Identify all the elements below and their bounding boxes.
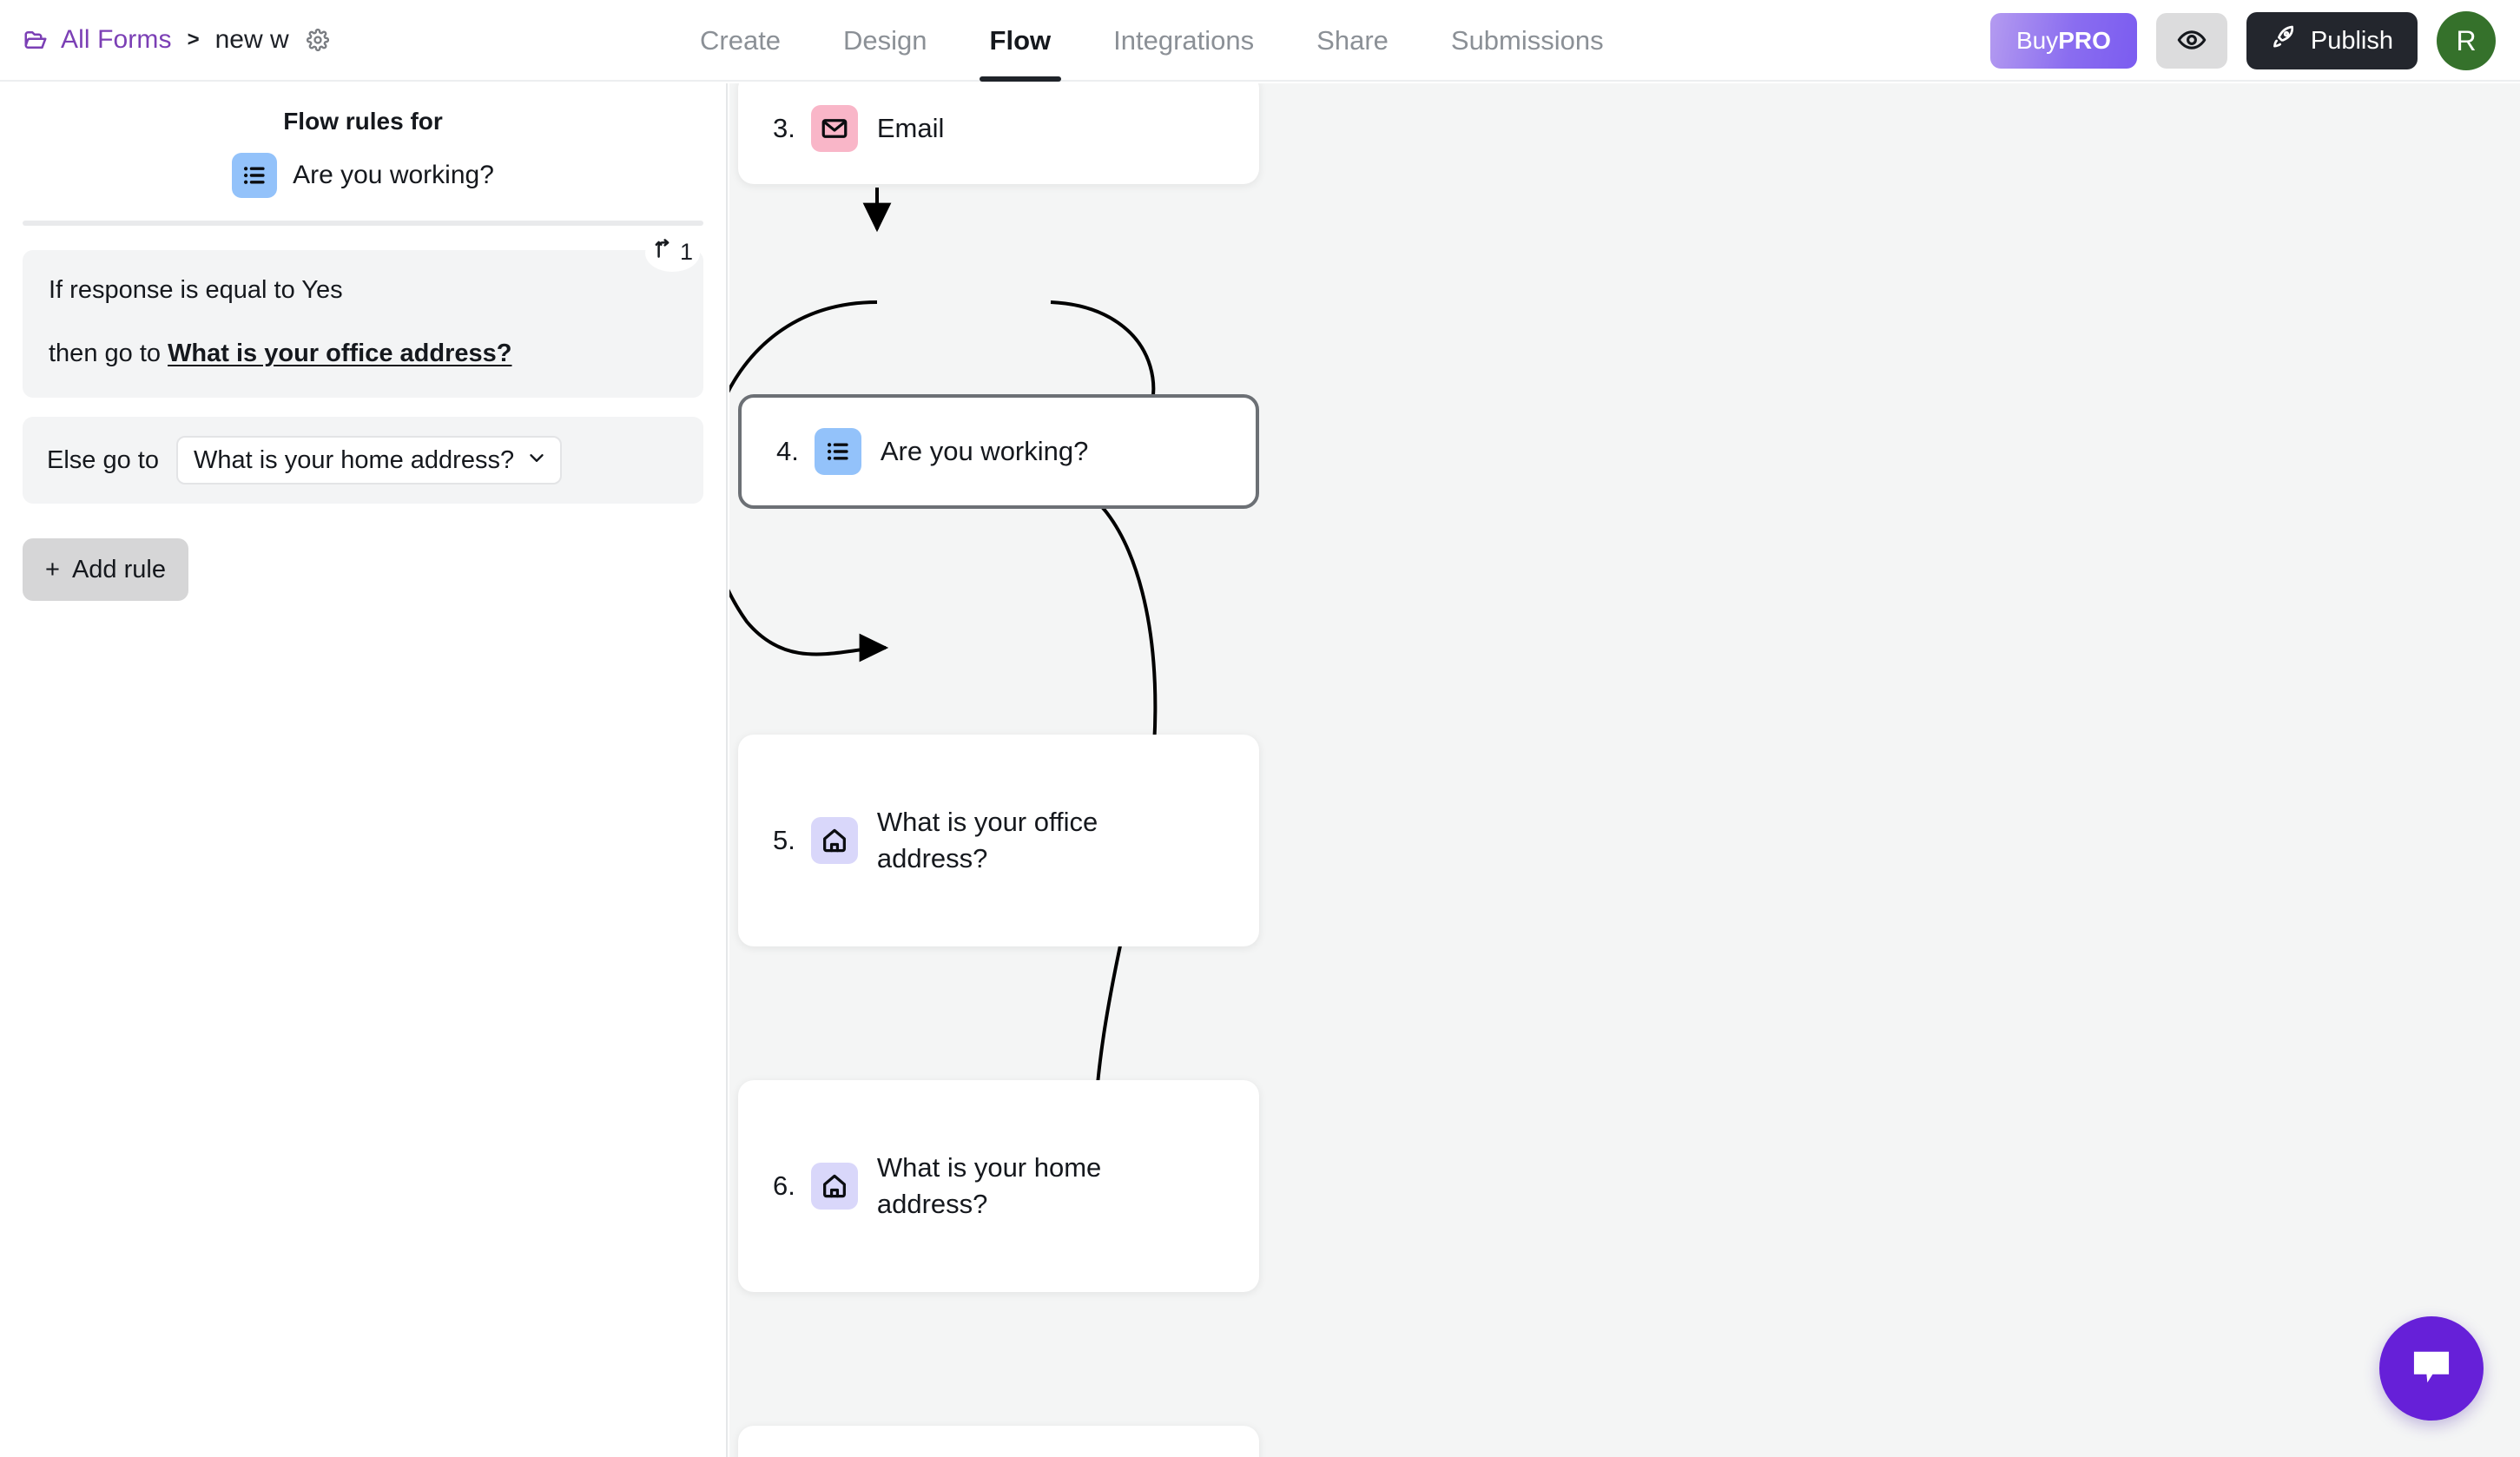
home-icon xyxy=(810,1163,858,1210)
rule-then-row: then go to What is your office address? xyxy=(49,340,677,368)
breadcrumb: All Forms > new w xyxy=(23,25,329,55)
chat-widget-button[interactable] xyxy=(2379,1316,2484,1421)
top-bar-actions: Buy PRO Publish R xyxy=(1989,0,2496,82)
flow-node-6[interactable]: 6. What is your home address? xyxy=(738,1080,1259,1292)
plus-icon: + xyxy=(45,555,60,583)
branch-count: 1 xyxy=(679,239,693,265)
rule-condition-text: If response is equal to Yes xyxy=(49,276,343,304)
home-icon xyxy=(810,817,858,864)
flow-node-3[interactable]: 3. Email xyxy=(738,83,1259,184)
flow-node-number: 5. xyxy=(773,825,795,855)
chat-bubble-icon xyxy=(2407,1343,2456,1394)
branch-count-badge: 1 xyxy=(644,234,700,272)
flow-canvas[interactable]: 3. Email 4. Are you working? 5. What is … xyxy=(729,83,2520,1457)
rule-then-target-link[interactable]: What is your office address? xyxy=(168,340,511,367)
buy-pro-prefix: Buy xyxy=(2015,27,2059,54)
breadcrumb-current-form-name: new w xyxy=(214,25,289,54)
publish-button[interactable]: Publish xyxy=(2246,12,2418,69)
flow-node-label: Email xyxy=(876,112,945,143)
else-target-select[interactable]: What is your office address? What is you… xyxy=(175,436,562,485)
breadcrumb-all-forms-link[interactable]: All Forms xyxy=(61,25,172,55)
rocket-icon xyxy=(2271,23,2299,58)
sidebar-question-header: Are you working? xyxy=(23,153,703,198)
rule-then-prefix: then go to xyxy=(49,340,161,367)
flow-node-number: 6. xyxy=(773,1170,795,1201)
flow-node-next-partial[interactable] xyxy=(738,1426,1259,1457)
else-rule-row: Else go to What is your office address? … xyxy=(23,417,703,504)
add-rule-label: Add rule xyxy=(71,555,166,583)
else-target-select-wrapper: What is your office address? What is you… xyxy=(175,436,562,485)
tab-share[interactable]: Share xyxy=(1285,0,1420,82)
tab-integrations[interactable]: Integrations xyxy=(1082,0,1285,82)
flow-node-4[interactable]: 4. Are you working? xyxy=(738,394,1259,509)
sidebar-divider xyxy=(23,221,703,226)
flow-rule-card: 1 If response is equal to Yes then go to… xyxy=(23,234,703,398)
flow-rules-sidebar: Flow rules for Are you working? 1 If res… xyxy=(0,83,728,1457)
page-title: Flow rules for xyxy=(283,108,443,135)
folder-icon xyxy=(23,27,49,53)
list-icon xyxy=(232,153,278,198)
flow-node-number: 3. xyxy=(773,113,795,143)
breadcrumb-separator: > xyxy=(187,28,200,51)
avatar[interactable]: R xyxy=(2437,11,2496,70)
flow-node-5[interactable]: 5. What is your office address? xyxy=(738,735,1259,946)
main-tabs: Create Design Flow Integrations Share Su… xyxy=(669,0,1635,82)
publish-label: Publish xyxy=(2310,26,2393,55)
tab-design[interactable]: Design xyxy=(812,0,959,82)
tab-flow[interactable]: Flow xyxy=(959,0,1083,82)
buy-pro-button[interactable]: Buy PRO xyxy=(1989,13,2137,69)
list-icon xyxy=(814,428,861,475)
else-label: Else go to xyxy=(47,445,159,474)
flow-node-number: 4. xyxy=(776,436,799,466)
mail-icon xyxy=(810,105,858,152)
top-bar: All Forms > new w Create Design Flow Int… xyxy=(0,0,2520,82)
flow-node-label: What is your home address? xyxy=(876,1151,1102,1219)
branch-icon xyxy=(652,238,675,267)
flow-node-label: What is your office address? xyxy=(876,806,1098,874)
add-rule-button[interactable]: + Add rule xyxy=(23,538,188,601)
tab-submissions[interactable]: Submissions xyxy=(1420,0,1635,82)
sidebar-question-label: Are you working? xyxy=(293,161,494,189)
eye-icon xyxy=(2177,25,2207,57)
gear-icon[interactable] xyxy=(306,28,329,52)
buy-pro-suffix: PRO xyxy=(2058,27,2111,54)
tab-create[interactable]: Create xyxy=(669,0,812,82)
preview-button[interactable] xyxy=(2155,13,2227,69)
flow-node-label: Are you working? xyxy=(880,435,1089,466)
